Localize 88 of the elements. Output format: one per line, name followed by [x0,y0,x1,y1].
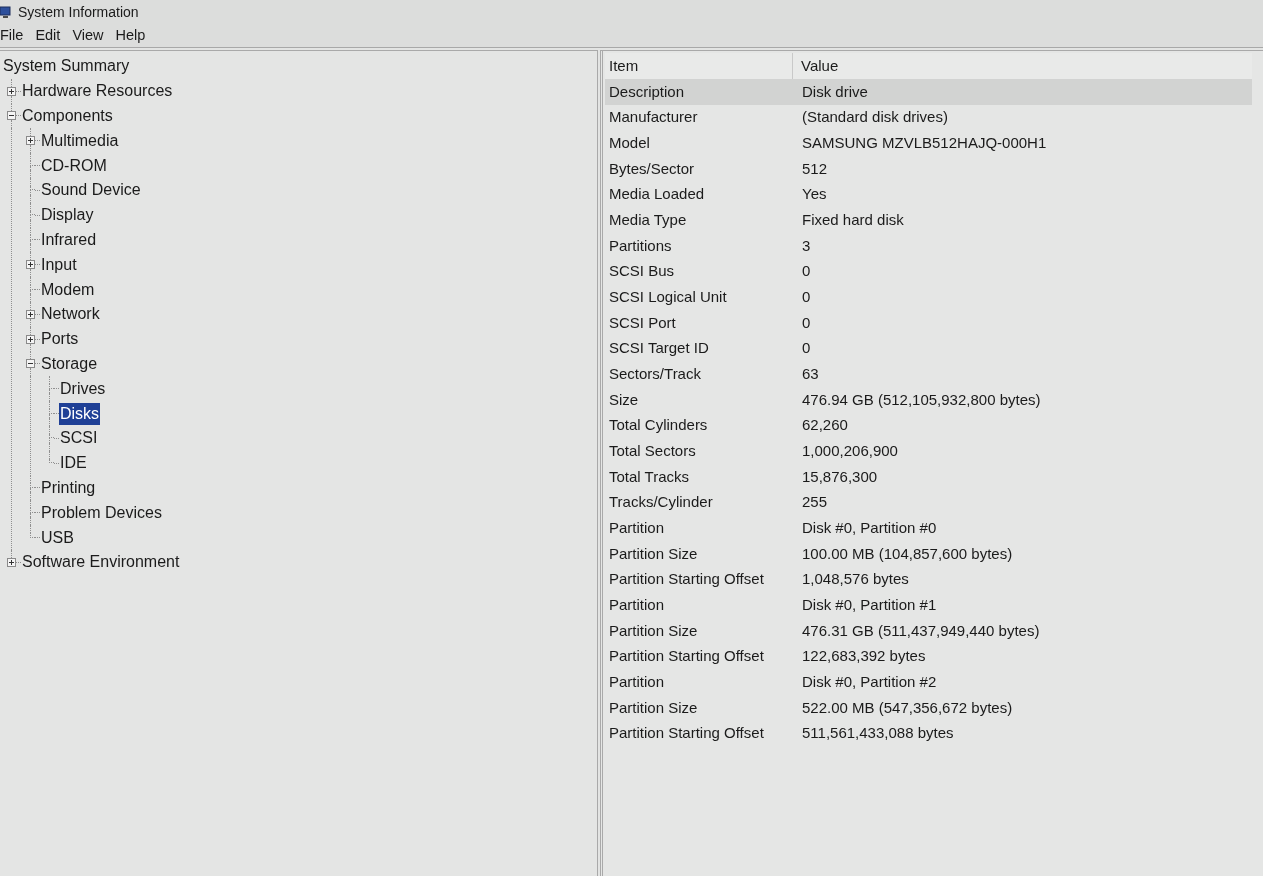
table-cell-text: Bytes/Sector [608,158,696,179]
table-cell-text: Disk #0, Partition #2 [801,672,938,693]
table-cell-text: Total Cylinders [608,415,709,436]
menu-item[interactable]: View [72,24,104,47]
menu-item[interactable]: Edit [35,24,61,47]
table-cell-text: SAMSUNG MZVLB512HAJQ-000H1 [801,132,1048,153]
menu-item[interactable]: Help [115,24,146,47]
table-cell-text: 122,683,392 bytes [801,646,927,667]
tree-item[interactable]: Ports [40,328,80,351]
table-cell-text: SCSI Logical Unit [608,286,728,307]
minus-box-icon[interactable] [7,111,16,121]
table-cell-text: 0 [801,338,812,359]
table-cell-text: Partition [608,595,666,615]
tree-item[interactable]: Disks [59,402,101,425]
table-cell-text: Media Loaded [608,184,706,205]
table-cell-text: 0 [801,312,812,333]
table-cell: Disk drive [793,79,1252,105]
table-cell-text: Size [608,389,640,410]
tree-item[interactable]: Network [40,303,101,326]
monitor-icon [0,5,11,19]
table-cell-text: Total Sectors [608,441,697,461]
tree-item[interactable]: Hardware Resources [21,80,174,103]
table-cell-text: 255 [801,492,829,513]
tree-item[interactable]: Infrared [40,228,98,251]
table-cell-text: Manufacturer [608,107,699,128]
table-cell-text: Yes [801,184,828,205]
table-cell-text: Disk #0, Partition #0 [801,518,938,538]
table-cell-text: Model [608,132,651,153]
table-cell-text: Partition Starting Offset [608,646,765,667]
table-cell-text: Partition [608,518,666,538]
table-cell-text: 15,876,300 [801,466,879,487]
table-cell-text: 512 [801,158,829,179]
table-cell-text: SCSI Port [608,312,677,333]
table-cell-text: 1,000,206,900 [801,441,899,461]
plus-box-icon[interactable] [26,334,35,344]
table-cell-text: Fixed hard disk [801,209,905,230]
plus-box-icon[interactable] [26,309,35,319]
tree-item[interactable]: Input [40,253,78,276]
table-cell-text: 63 [801,363,820,384]
plus-box-icon[interactable] [26,260,35,270]
tree-item[interactable]: Printing [40,476,97,499]
table-cell: Description [605,79,793,105]
table-cell-text: 62,260 [801,415,849,436]
table-cell-text: Total Tracks [608,466,691,487]
tree-item[interactable]: Drives [59,377,107,400]
plus-box-icon[interactable] [7,86,16,96]
table-cell-text: Sectors/Track [608,363,702,384]
table-cell-text: Media Type [608,209,688,230]
table-cell-text: 476.94 GB (512,105,932,800 bytes) [801,389,1042,410]
tree-item[interactable]: Components [21,105,114,127]
plus-box-icon[interactable] [7,557,16,567]
window-title: System Information [18,2,139,22]
tree-item[interactable]: System Summary [2,55,131,78]
table-cell-text: Tracks/Cylinder [608,492,714,513]
table-cell-text: Disk #0, Partition #1 [801,595,938,615]
table-cell-text: Partition Size [608,543,699,564]
tree-item[interactable]: CD-ROM [40,154,108,177]
table-cell-text: 100.00 MB (104,857,600 bytes) [801,543,1014,564]
tree-item[interactable]: SCSI [59,427,99,450]
table-cell-text: SCSI Target ID [608,338,710,359]
table-cell-text: 0 [801,286,812,307]
column-header[interactable]: Value [793,53,1252,79]
tree-item[interactable]: Multimedia [40,129,120,152]
minus-box-icon[interactable] [26,359,35,369]
table-cell-text: SCSI Bus [608,261,676,282]
menu-item[interactable]: File [0,24,24,47]
table-cell-text: 476.31 GB (511,437,949,440 bytes) [801,620,1041,641]
table-cell-text: Partition [608,672,666,693]
table-cell-text: Partition Starting Offset [608,723,765,744]
tree-item[interactable]: USB [40,526,75,549]
tree-item[interactable]: Sound Device [40,179,142,202]
tree-item[interactable]: IDE [59,452,88,475]
table-cell-text: Partitions [608,235,673,256]
table-cell-text: 3 [801,235,812,256]
table-cell-text: 0 [801,261,812,282]
tree-item[interactable]: Problem Devices [40,501,163,524]
table-cell-text: Partition Size [608,620,699,641]
tree-item[interactable]: Software Environment [21,551,181,574]
tree-item[interactable]: Modem [40,278,96,301]
table-cell-text: Partition Starting Offset [608,569,765,590]
table-cell-text: 522.00 MB (547,356,672 bytes) [801,697,1014,718]
table-cell-text: 511,561,433,088 bytes [801,723,955,744]
table-cell-text: (Standard disk drives) [801,107,949,128]
table-cell-text: Partition Size [608,697,699,718]
tree-item[interactable]: Display [40,204,95,227]
table-cell-text: 1,048,576 bytes [801,569,910,590]
tree-item[interactable]: Storage [40,352,99,375]
plus-box-icon[interactable] [26,136,35,146]
